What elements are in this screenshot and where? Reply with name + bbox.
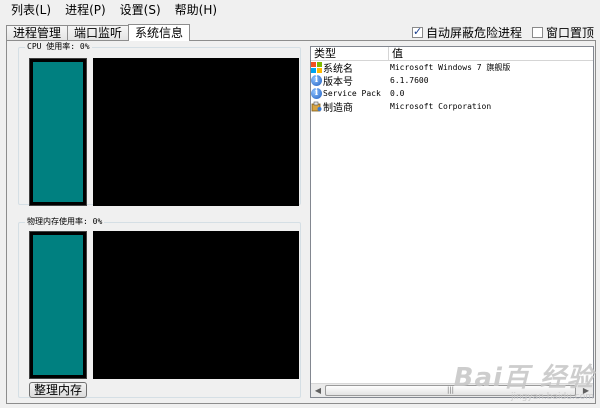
horizontal-scrollbar[interactable]: ◀ ||| ▶ [311,383,593,397]
memory-meter-fill [33,235,83,375]
column-header-type[interactable]: 类型 [311,47,389,60]
row-value: Microsoft Windows 7 旗舰版 [390,63,511,72]
tab-strip: 进程管理 端口监听 系统信息 [6,24,191,41]
auto-block-option[interactable]: 自动屏蔽危险进程 [411,24,522,41]
scroll-thumb[interactable]: ||| [325,385,576,396]
cpu-usage-group: CPU 使用率: 0% [18,41,301,206]
cpu-usage-meter [29,58,87,206]
cpu-history-graph [93,58,299,206]
menu-help[interactable]: 帮助(H) [168,0,224,20]
row-value: 6.1.7600 [390,76,429,85]
list-header: 类型 值 [311,47,593,61]
cpu-usage-label: CPU 使用率: 0% [25,41,92,52]
row-type: Service Pack [323,89,381,98]
always-on-top-option[interactable]: 窗口置顶 [531,24,594,41]
row-value: Microsoft Corporation [390,102,492,111]
row-type: 制造商 [323,103,353,114]
auto-block-checkbox[interactable] [411,25,423,38]
memory-usage-meter [29,231,87,379]
windows-logo-icon [311,62,322,73]
system-info-list[interactable]: 类型 值 系统名 Microsoft Windows 7 旗舰版 i 版本号 6… [310,46,594,398]
list-item[interactable]: i 版本号 6.1.7600 [311,74,593,88]
manufacturer-icon [311,101,322,112]
row-value: 0.0 [390,89,405,98]
memory-usage-label: 物理内存使用率: 0% [25,216,105,227]
clean-memory-button[interactable]: 整理内存 [29,382,87,398]
info-icon: i [311,88,322,99]
memory-usage-group: 物理内存使用率: 0% 整理内存 [18,216,301,398]
list-item[interactable]: 制造商 Microsoft Corporation [311,100,593,114]
info-icon: i [311,75,322,86]
menu-list[interactable]: 列表(L) [4,0,58,20]
scroll-right-icon[interactable]: ▶ [579,384,593,397]
cpu-meter-fill [33,62,83,202]
tab-system-info[interactable]: 系统信息 [128,24,191,41]
auto-block-label: 自动屏蔽危险进程 [425,26,522,40]
always-on-top-checkbox[interactable] [531,27,543,38]
scroll-left-icon[interactable]: ◀ [311,384,325,397]
tab-port-monitor[interactable]: 端口监听 [67,25,130,40]
menu-bar: 列表(L) 进程(P) 设置(S) 帮助(H) [0,0,600,20]
tab-process-manager[interactable]: 进程管理 [6,25,69,40]
row-type: 版本号 [323,77,353,88]
menu-process[interactable]: 进程(P) [58,0,113,20]
options-bar: 自动屏蔽危险进程 窗口置顶 [402,24,594,41]
always-on-top-label: 窗口置顶 [545,26,594,40]
column-header-value[interactable]: 值 [389,47,593,60]
menu-settings[interactable]: 设置(S) [113,0,168,20]
memory-history-graph [93,231,299,379]
